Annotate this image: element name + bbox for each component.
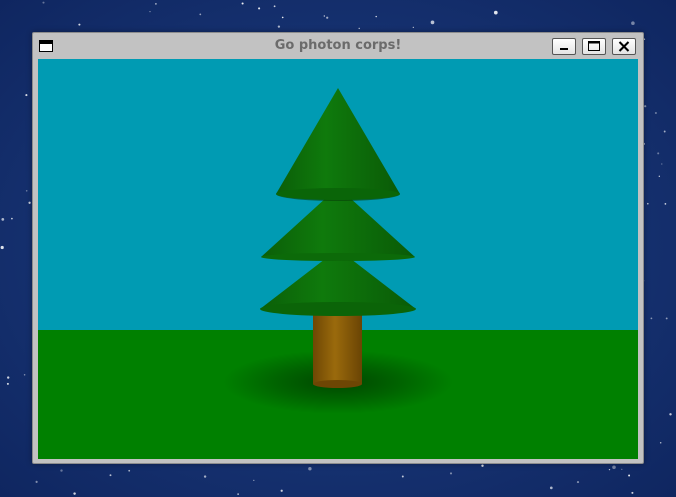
rendered-scene — [38, 59, 638, 459]
star — [28, 201, 31, 204]
tree-trunk-base — [313, 380, 362, 388]
star — [0, 245, 4, 250]
star — [631, 491, 634, 494]
star — [149, 11, 151, 13]
app-window: Go photon corps! — [32, 32, 644, 464]
star — [1, 218, 5, 221]
star — [669, 413, 672, 416]
star — [241, 2, 244, 5]
star — [25, 189, 28, 192]
maximize-icon — [588, 41, 600, 51]
render-viewport — [38, 59, 638, 459]
star — [23, 374, 26, 376]
tree-trunk — [313, 314, 362, 384]
maximize-button[interactable] — [582, 38, 606, 55]
tree-cone-top-rim — [276, 188, 400, 200]
star — [237, 493, 239, 495]
star — [326, 16, 329, 19]
star — [42, 1, 45, 4]
star — [401, 475, 404, 478]
star — [280, 489, 283, 492]
star — [109, 474, 112, 477]
star — [78, 23, 81, 26]
tree-cone-bottom-rim — [260, 302, 416, 316]
star — [481, 464, 484, 467]
tree-cone-middle-rim — [261, 253, 415, 261]
star — [647, 202, 649, 205]
star — [25, 94, 28, 97]
desktop-background: Go photon corps! — [0, 0, 676, 497]
star — [430, 20, 435, 25]
star — [661, 163, 663, 165]
star — [650, 317, 653, 320]
star — [612, 465, 616, 470]
star — [493, 10, 498, 15]
star — [253, 479, 255, 482]
star — [35, 480, 38, 483]
star — [608, 468, 611, 471]
star — [6, 382, 9, 385]
star — [628, 474, 631, 477]
star — [258, 7, 261, 10]
star — [199, 13, 202, 16]
star — [621, 468, 623, 470]
star — [658, 175, 660, 177]
star — [11, 217, 13, 220]
star — [449, 472, 453, 475]
minimize-icon — [560, 48, 568, 50]
star — [73, 492, 76, 495]
title-bar[interactable]: Go photon corps! — [33, 33, 643, 59]
star — [654, 111, 657, 115]
star — [155, 3, 157, 5]
minimize-button[interactable] — [552, 38, 576, 55]
star — [323, 15, 325, 17]
star — [375, 15, 377, 18]
close-button[interactable] — [612, 38, 636, 55]
star — [358, 27, 360, 30]
star — [664, 203, 667, 205]
star — [281, 16, 284, 19]
star — [657, 152, 660, 155]
star — [203, 475, 207, 478]
star — [663, 130, 666, 133]
star — [412, 26, 414, 28]
star — [659, 441, 662, 444]
star — [644, 105, 647, 108]
star — [665, 317, 668, 320]
star — [549, 486, 553, 490]
star — [576, 481, 580, 484]
star — [60, 469, 63, 472]
star — [277, 25, 281, 28]
star — [128, 469, 131, 472]
star — [273, 5, 276, 8]
star — [7, 376, 10, 379]
star — [631, 21, 635, 25]
star — [308, 466, 312, 471]
close-icon — [618, 41, 630, 52]
